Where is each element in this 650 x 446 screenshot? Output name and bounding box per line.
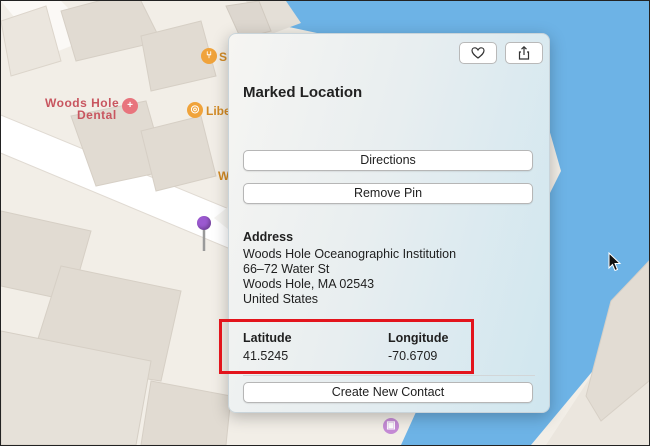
map-label-partial-libe: Libe: [206, 104, 231, 118]
address-heading: Address: [243, 230, 294, 244]
heart-icon: [471, 47, 485, 59]
address-line-1: Woods Hole Oceanographic Institution: [243, 247, 457, 261]
create-new-contact-button[interactable]: Create New Contact: [243, 382, 533, 403]
map-label-partial-s: S: [219, 50, 228, 64]
share-icon: [518, 46, 530, 60]
shop-icon[interactable]: ▣: [383, 418, 399, 434]
map-label-dental: Dental: [77, 108, 117, 122]
dental-icon[interactable]: +: [122, 98, 138, 114]
mouse-cursor-icon: [608, 252, 622, 272]
dropped-pin-icon[interactable]: [197, 216, 211, 230]
popover-title: Marked Location: [243, 84, 363, 101]
favorite-button[interactable]: [459, 42, 497, 64]
address-line-3: Woods Hole, MA 02543: [243, 277, 375, 291]
divider: [243, 375, 535, 376]
popup-arrow: [214, 207, 228, 229]
restaurant-icon[interactable]: ⑂: [201, 48, 217, 64]
address-line-4: United States: [243, 292, 319, 306]
library-icon[interactable]: ◎: [187, 102, 203, 118]
address-line-2: 66–72 Water St: [243, 262, 330, 276]
remove-pin-button[interactable]: Remove Pin: [243, 183, 533, 204]
share-button[interactable]: [505, 42, 543, 64]
directions-button[interactable]: Directions: [243, 150, 533, 171]
coordinates-highlight-box: [219, 319, 474, 374]
map-window: Woods Hole + Dental ⑂ S ◎ Libe W HandWor…: [0, 0, 650, 446]
